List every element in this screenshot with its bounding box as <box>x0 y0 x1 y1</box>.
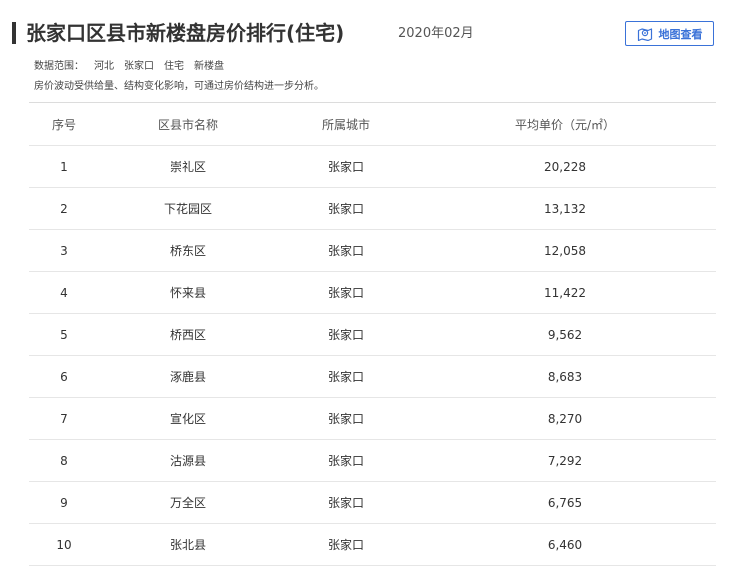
table-row: 10 张北县 张家口 6,460 <box>29 524 716 566</box>
table-row: 5 桥西区 张家口 9,562 <box>29 314 716 356</box>
district-name-cell: 崇礼区 <box>169 160 206 174</box>
table-row: 8 沽源县 张家口 7,292 <box>29 440 716 482</box>
city-cell: 张家口 <box>327 286 364 300</box>
title-accent-bar <box>12 22 16 44</box>
table-row: 9 万全区 张家口 6,765 <box>29 482 716 524</box>
page-title: 张家口区县市新楼盘房价排行(住宅) <box>26 21 345 45</box>
rank-cell: 2 <box>60 201 68 216</box>
price-cell: 6,460 <box>547 537 583 552</box>
district-name-cell: 宣化区 <box>169 412 206 426</box>
rank-cell: 4 <box>60 285 68 300</box>
column-header-city: 所属城市 <box>321 117 370 132</box>
price-cell: 12,058 <box>544 243 586 258</box>
price-cell: 13,132 <box>544 201 586 216</box>
price-cell: 9,562 <box>547 327 583 342</box>
rank-cell: 1 <box>60 159 68 174</box>
map-view-button[interactable]: 地图查看 <box>625 21 714 46</box>
table-row: 4 怀来县 张家口 11,422 <box>29 272 716 314</box>
district-name-cell: 沽源县 <box>169 454 206 468</box>
district-name-cell: 涿鹿县 <box>169 370 206 384</box>
data-scope-label: 数据范围： <box>34 61 84 72</box>
district-name-cell: 下花园区 <box>163 202 212 216</box>
city-cell: 张家口 <box>327 496 364 510</box>
city-cell: 张家口 <box>327 244 364 258</box>
city-cell: 张家口 <box>327 454 364 468</box>
price-cell: 11,422 <box>544 285 586 300</box>
rank-cell: 6 <box>60 369 68 384</box>
rank-cell: 7 <box>60 411 68 426</box>
district-name-cell: 张北县 <box>169 538 206 552</box>
scope-item-type: 住宅 <box>164 61 184 72</box>
district-name-cell: 桥西区 <box>169 328 206 342</box>
report-date: 2020年02月 <box>398 26 474 41</box>
city-cell: 张家口 <box>327 370 364 384</box>
rank-cell: 5 <box>60 327 68 342</box>
price-ranking-table: 序号 区县市名称 所属城市 平均单价（元/㎡） 1 崇礼区 张家口 20,228 2 下花… <box>29 102 716 566</box>
city-cell: 张家口 <box>327 202 364 216</box>
table-row: 3 桥东区 张家口 12,058 <box>29 230 716 272</box>
price-cell: 8,270 <box>547 411 583 426</box>
scope-item-province: 河北 <box>94 61 114 72</box>
city-cell: 张家口 <box>327 412 364 426</box>
scope-item-category: 新楼盘 <box>194 61 224 72</box>
scope-item-city: 张家口 <box>124 61 154 72</box>
district-name-cell: 万全区 <box>169 496 206 510</box>
column-header-price: 平均单价（元/㎡） <box>514 117 616 132</box>
district-name-cell: 桥东区 <box>169 244 206 258</box>
table-header-row: 序号 区县市名称 所属城市 平均单价（元/㎡） <box>29 103 716 146</box>
page-header: 张家口区县市新楼盘房价排行(住宅) 2020年02月 地图查看 <box>0 0 740 60</box>
price-cell: 6,765 <box>547 495 583 510</box>
city-cell: 张家口 <box>327 538 364 552</box>
rank-cell: 3 <box>60 243 68 258</box>
district-name-cell: 怀来县 <box>169 286 206 300</box>
map-pin-icon <box>637 27 652 41</box>
table-row: 2 下花园区 张家口 13,132 <box>29 188 716 230</box>
city-cell: 张家口 <box>327 160 364 174</box>
map-view-label: 地图查看 <box>658 28 703 41</box>
table-row: 1 崇礼区 张家口 20,228 <box>29 146 716 188</box>
table-row: 7 宣化区 张家口 8,270 <box>29 398 716 440</box>
rank-cell: 8 <box>60 453 68 468</box>
price-cell: 8,683 <box>547 369 583 384</box>
column-header-rank: 序号 <box>51 117 76 132</box>
column-header-district: 区县市名称 <box>157 117 218 132</box>
price-cell: 20,228 <box>544 159 586 174</box>
data-scope: 数据范围： 河北 张家口 住宅 新楼盘 <box>34 60 234 74</box>
price-note: 房价波动受供给量、结构变化影响，可通过房价结构进一步分析。 <box>34 81 324 92</box>
price-cell: 7,292 <box>547 453 583 468</box>
rank-cell: 10 <box>56 537 72 552</box>
rank-cell: 9 <box>60 495 68 510</box>
table-row: 6 涿鹿县 张家口 8,683 <box>29 356 716 398</box>
city-cell: 张家口 <box>327 328 364 342</box>
